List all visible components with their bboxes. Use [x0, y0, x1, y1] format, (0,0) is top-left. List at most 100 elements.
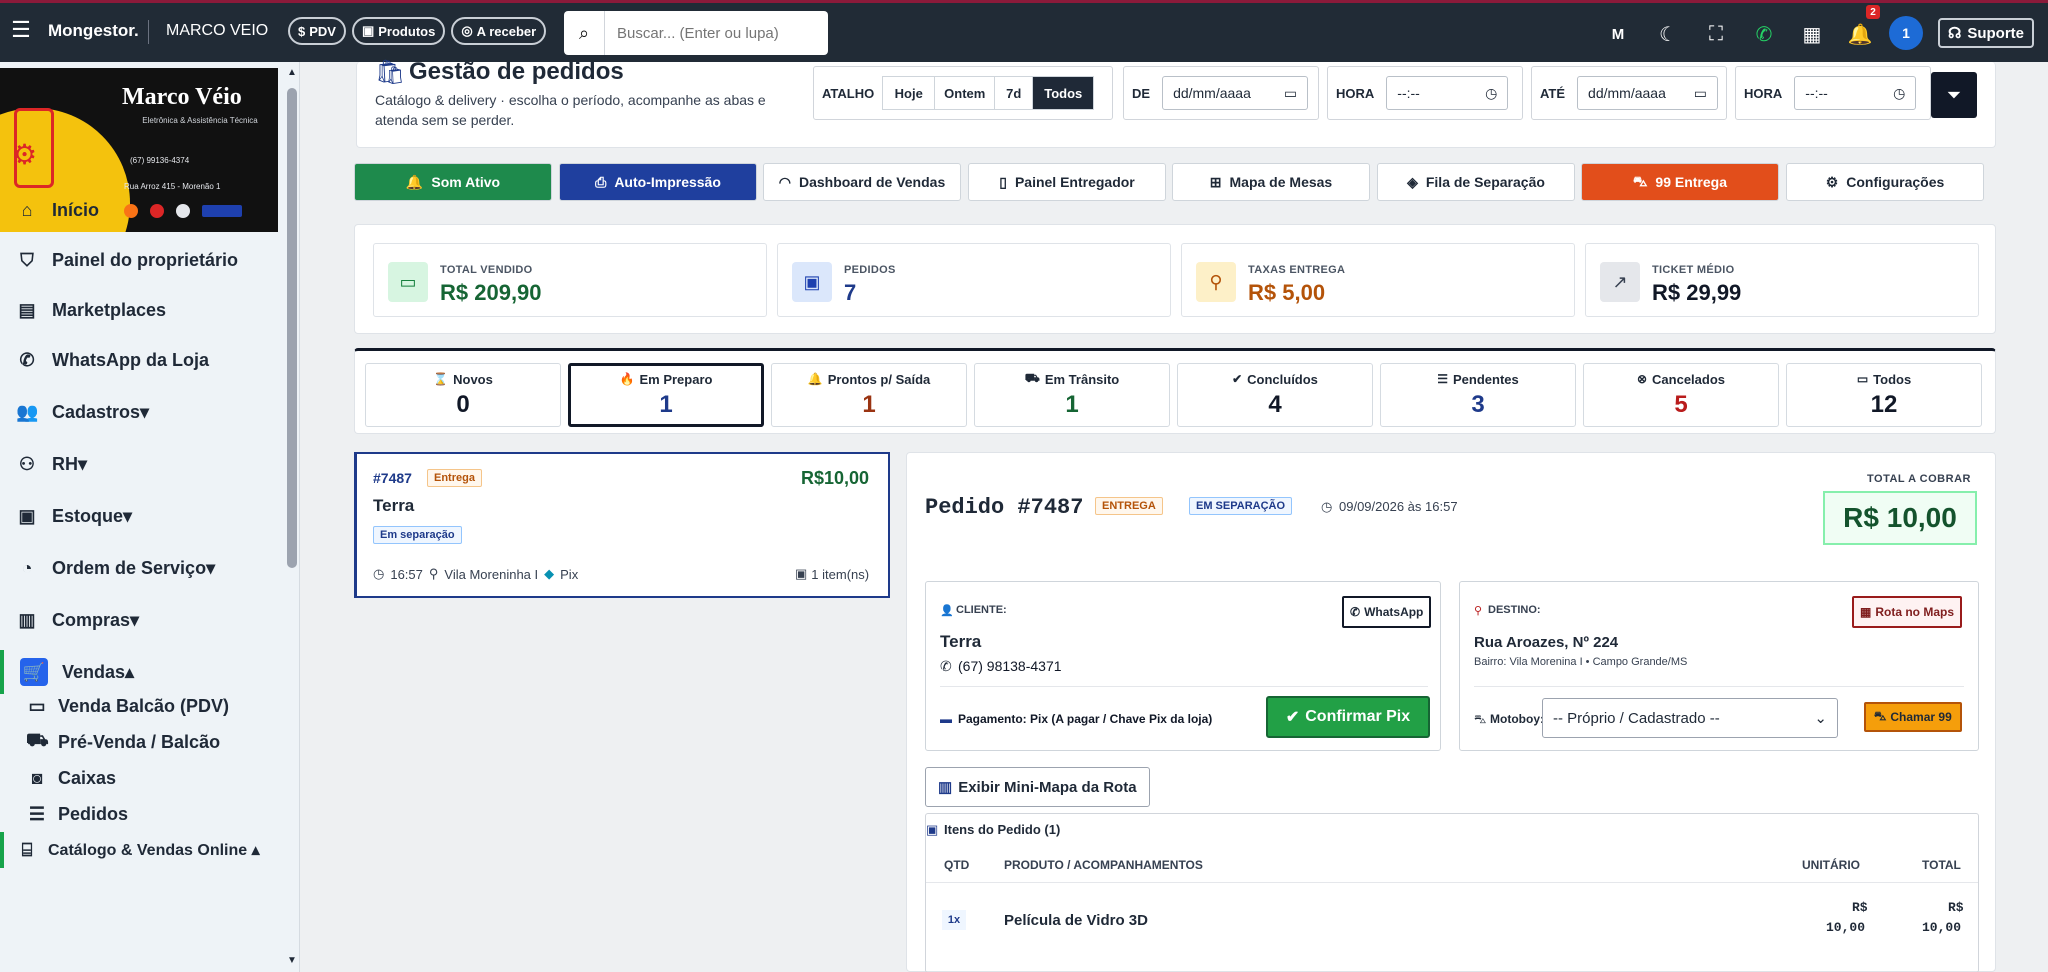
sidebar-item-label: Cadastros▾ — [52, 401, 150, 422]
sidebar-item[interactable]: ▥ Compras▾ — [0, 598, 282, 642]
menu-icon[interactable]: ☰ — [8, 17, 34, 43]
quick-button[interactable]: ⊞ Mapa de Mesas — [1172, 163, 1370, 201]
order-price: R$10,00 — [801, 468, 870, 488]
quick-button[interactable]: ▯ Painel Entregador — [968, 163, 1166, 201]
quick-button[interactable]: ⛍ 99 Entrega — [1581, 163, 1779, 201]
produtos-pill[interactable]: ▣ Produtos — [351, 17, 446, 45]
pdv-pill[interactable]: $ PDV — [288, 17, 346, 45]
status-tab[interactable]: ☰ Pendentes 3 — [1380, 363, 1576, 427]
hora-end-input[interactable]: --:-- ◷ — [1794, 76, 1917, 110]
atalho-7d[interactable]: 7d — [995, 77, 1034, 109]
register-icon: ▭ — [28, 695, 46, 716]
page-subtitle: Catálogo & delivery · escolha o período,… — [375, 92, 766, 128]
atalho-todos[interactable]: Todos — [1033, 77, 1094, 109]
sidebar-subitem[interactable]: ⛟ Pré-Venda / Balcão — [0, 724, 282, 760]
sidebar-item[interactable]: 👥 Cadastros▾ — [0, 390, 282, 434]
scroll-down-icon[interactable]: ▼ — [286, 954, 298, 966]
tab-count: 12 — [1870, 390, 1898, 418]
quick-button[interactable]: ⚙ Configurações — [1786, 163, 1984, 201]
clock-icon: ◷ — [1321, 499, 1333, 514]
clock-icon: ◷ — [373, 566, 385, 581]
sidebar-item[interactable]: ▤ Marketplaces — [0, 288, 282, 332]
hora-start-input[interactable]: --:-- ◷ — [1386, 76, 1509, 110]
quick-button-label: Configurações — [1846, 174, 1945, 190]
mercado-icon[interactable]: M — [1602, 18, 1634, 50]
sidebar-subitem[interactable]: ◙ Caixas — [0, 760, 282, 796]
whatsapp-button[interactable]: ✆ WhatsApp — [1342, 596, 1432, 628]
user-icon: 👤 — [940, 605, 954, 617]
order-items: ▣ 1 item(ns) — [795, 566, 869, 582]
quick-button[interactable]: ◠ Dashboard de Vendas — [763, 163, 961, 201]
sidebar-subitem[interactable]: ▭ Venda Balcão (PDV) — [0, 688, 282, 724]
whatsapp-icon[interactable]: ✆ — [1748, 18, 1780, 50]
status-tab[interactable]: 🔥 Em Preparo 1 — [568, 363, 764, 427]
confirm-pix-button[interactable]: ✔ Confirmar Pix — [1266, 696, 1430, 738]
maps-button[interactable]: ▦ Rota no Maps — [1852, 596, 1963, 628]
table-row: 1x Película de Vidro 3D R$ 10,00 R$ 10,0… — [926, 886, 1978, 966]
sidebar-item[interactable]: ⚇ RH▾ — [0, 442, 282, 486]
atalho-ontem[interactable]: Ontem — [935, 77, 996, 109]
call99-button[interactable]: ⛍ Chamar 99 — [1864, 702, 1962, 732]
status-tab[interactable]: ⌛ Novos 0 — [365, 363, 561, 427]
list-icon: ☰ — [28, 803, 46, 824]
avatar[interactable]: 1 — [1889, 16, 1923, 50]
moon-icon[interactable]: ☾ — [1652, 18, 1684, 50]
shield-icon: ⛉ — [20, 249, 34, 270]
search-icon[interactable]: ⌕ — [564, 11, 605, 55]
date-placeholder: dd/mm/aaaa — [1588, 85, 1666, 101]
sidebar-subitem-label: Venda Balcão (PDV) — [58, 695, 230, 716]
kpi-panel: ▭ TOTAL VENDIDO R$ 209,90 ▣ PEDIDOS 7 ⚲ TAXAS E… — [354, 224, 1996, 334]
sidebar-scrollbar[interactable]: ▲ ▼ — [286, 66, 298, 966]
status-tab[interactable]: ✔ Concluídos 4 — [1177, 363, 1373, 427]
sidebar-item[interactable]: ◔ Ordem de Serviço▾ — [0, 546, 282, 590]
order-card[interactable]: #7487 Entrega R$10,00 Terra Em separação… — [354, 452, 890, 598]
check-circle-icon: ✔ — [1285, 709, 1300, 726]
hora-start-group: HORA --:-- ◷ — [1327, 66, 1523, 120]
sidebar-subitem[interactable]: ☰ Pedidos — [0, 796, 282, 832]
top-bar: ☰ Mongestor. MARCO VEIO $ PDV ▣ Produtos ◎… — [0, 0, 2048, 62]
divider — [1474, 686, 1964, 687]
order-time: 16:57 — [390, 566, 423, 582]
status-tab[interactable]: ▭ Todos 12 — [1786, 363, 1982, 427]
atalho-hoje[interactable]: Hoje — [883, 77, 936, 109]
tab-count: 1 — [1065, 391, 1079, 418]
kpi-label: TAXAS ENTREGA — [1248, 264, 1346, 276]
sidebar-item[interactable]: ✆ WhatsApp da Loja — [0, 338, 282, 382]
de-date-input[interactable]: dd/mm/aaaa ▭ — [1162, 76, 1309, 110]
status-tab[interactable]: ⛟ Em Trânsito 1 — [974, 363, 1170, 427]
scroll-thumb[interactable] — [287, 88, 297, 568]
quick-button[interactable]: ◈ Fila de Separação — [1377, 163, 1575, 201]
filter-button[interactable]: ⏷ — [1931, 72, 1977, 118]
support-button[interactable]: ☊ Suporte — [1938, 18, 2034, 48]
apps-icon[interactable]: ▦ — [1796, 18, 1828, 50]
tab-label-row: ☰ Pendentes — [1437, 372, 1519, 387]
store-name: MARCO VEIO — [166, 22, 269, 39]
list-icon: ☰ — [1437, 372, 1448, 386]
logo-phone: (67) 99136-4374 — [130, 156, 190, 165]
motoboy-select[interactable]: -- Próprio / Cadastrado -- ⌄ — [1542, 698, 1838, 738]
status-tab[interactable]: ⊗ Cancelados 5 — [1583, 363, 1779, 427]
tab-label-row: 🔥 Em Preparo — [620, 372, 713, 387]
delivery-badge: Entrega — [427, 469, 482, 487]
col-total: TOTAL — [1922, 858, 1961, 872]
cart-icon: 🛒 — [20, 658, 48, 686]
sidebar-subitem[interactable]: ⌸ Catálogo & Vendas Online ▴ — [0, 832, 282, 868]
truck-icon: ⛟ — [1024, 371, 1040, 385]
tab-count: 1 — [659, 390, 673, 418]
dest-address: Rua Aroazes, Nº 224 — [1474, 634, 1619, 651]
sidebar-item[interactable]: ▣ Estoque▾ — [0, 494, 282, 538]
sidebar-item[interactable]: ⛉ Painel do proprietário — [0, 238, 282, 282]
quick-button[interactable]: 🔔 Som Ativo — [354, 163, 552, 201]
fullscreen-icon[interactable]: ⛶ — [1700, 18, 1732, 50]
ate-date-input[interactable]: dd/mm/aaaa ▭ — [1577, 76, 1718, 110]
tab-count: 0 — [456, 390, 470, 418]
bell-icon[interactable]: 🔔 — [1844, 18, 1876, 50]
scroll-up-icon[interactable]: ▲ — [286, 66, 298, 78]
status-tab[interactable]: 🔔 Prontos p/ Saída 1 — [771, 363, 967, 427]
search-input[interactable] — [605, 13, 828, 53]
check-circle-icon: ✔ — [1232, 372, 1243, 386]
sidebar-item[interactable]: ⌂ Início — [0, 188, 282, 232]
minimap-button[interactable]: ▥ Exibir Mini-Mapa da Rota — [925, 767, 1150, 807]
areceber-pill[interactable]: ◎ A receber — [451, 17, 547, 45]
quick-button[interactable]: ⎙ Auto-Impressão — [559, 163, 757, 201]
